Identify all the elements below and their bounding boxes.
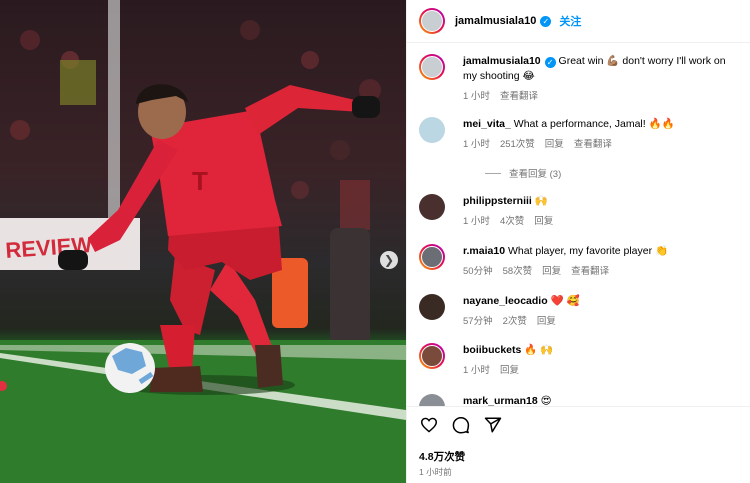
comment-likes[interactable]: 4次赞 <box>500 214 524 229</box>
post-panel: jamalmusiala10 ✓ 关注 jamalmusiala10 ✓ Grea… <box>406 0 750 483</box>
caption-username[interactable]: jamalmusiala10 <box>463 55 541 67</box>
comment-time: 1 小时 <box>463 139 490 150</box>
view-replies-label: 查看回复 (3) <box>509 169 562 180</box>
comment-time: 1 小时 <box>463 365 490 376</box>
reply-button[interactable]: 回复 <box>537 314 556 329</box>
view-replies-button[interactable]: 查看回复 (3) <box>485 166 561 180</box>
comment-item: boiibuckets 🔥 🙌 1 小时 回复 <box>419 343 739 378</box>
comment-avatar[interactable] <box>419 294 445 320</box>
comment-text: 🙌 <box>531 195 548 207</box>
comment-username[interactable]: boiibuckets <box>463 344 521 356</box>
follow-button[interactable]: 关注 <box>559 13 581 29</box>
comment-avatar[interactable] <box>419 194 445 220</box>
caption: jamalmusiala10 ✓ Great win 💪🏽 don't worry… <box>419 54 739 104</box>
comment-text: What a performance, Jamal! 🔥🔥 <box>510 118 675 130</box>
comment-username[interactable]: nayane_leocadio <box>463 295 548 307</box>
comment-avatar[interactable] <box>419 343 445 369</box>
reply-button[interactable]: 回复 <box>542 264 561 279</box>
comment-item: mei_vita_ What a performance, Jamal! 🔥🔥 … <box>419 117 739 152</box>
comment-time: 1 小时 <box>463 216 490 227</box>
football-player-image: REVIEW T <box>0 0 406 483</box>
reply-button[interactable]: 回复 <box>545 137 564 152</box>
post-actions: 4.8万次赞 1 小时前 <box>407 406 750 483</box>
translate-link[interactable]: 查看翻译 <box>574 137 612 152</box>
comment-item: nayane_leocadio ❤️ 🥰 57分钟 2次赞 回复 <box>419 294 739 329</box>
comment-item: r.maia10 What player, my favorite player… <box>419 244 739 279</box>
share-icon[interactable] <box>483 415 503 435</box>
comment-avatar[interactable] <box>419 394 445 406</box>
svg-text:T: T <box>192 166 208 196</box>
comment-text: 🔥 🙌 <box>521 344 554 356</box>
comment-likes[interactable]: 58次赞 <box>503 264 533 279</box>
comment-text: What player, my favorite player 👏 <box>505 245 669 257</box>
post-header: jamalmusiala10 ✓ 关注 <box>407 0 750 43</box>
comment-time: 50分钟 <box>463 266 493 277</box>
comment-item: philippsterniii 🙌 1 小时 4次赞 回复 <box>419 194 739 229</box>
author-avatar[interactable] <box>419 8 445 34</box>
comment-username[interactable]: philippsterniii <box>463 195 532 207</box>
comment-text: ❤️ 🥰 <box>547 295 580 307</box>
caption-time: 1 小时 <box>463 91 490 102</box>
comment-avatar[interactable] <box>419 117 445 143</box>
comment-time: 57分钟 <box>463 316 493 327</box>
comment-likes[interactable]: 251次赞 <box>500 137 535 152</box>
caption-avatar[interactable] <box>419 54 445 80</box>
translate-link[interactable]: 查看翻译 <box>500 89 538 104</box>
comment-username[interactable]: mei_vita_ <box>463 118 511 130</box>
replies-divider <box>485 172 501 174</box>
reply-button[interactable]: 回复 <box>534 214 553 229</box>
heart-icon[interactable] <box>419 415 439 435</box>
like-count[interactable]: 4.8万次赞 <box>419 449 465 464</box>
post-photo[interactable]: REVIEW T ❯ <box>0 0 406 483</box>
author-username[interactable]: jamalmusiala10 <box>455 15 536 27</box>
chevron-right-icon: ❯ <box>383 253 395 267</box>
comment-avatar[interactable] <box>419 244 445 270</box>
comment-item: mark_urman18 😍 <box>419 394 739 406</box>
comment-username[interactable]: mark_urman18 <box>463 395 538 406</box>
comment-username[interactable]: r.maia10 <box>463 245 505 257</box>
comment-likes[interactable]: 2次赞 <box>503 314 527 329</box>
reply-button[interactable]: 回复 <box>500 363 519 378</box>
verified-badge-icon: ✓ <box>540 15 552 27</box>
comment-text: 😍 <box>537 395 552 406</box>
comment-icon[interactable] <box>451 415 471 435</box>
comments-list[interactable]: jamalmusiala10 ✓ Great win 💪🏽 don't worry… <box>407 44 750 406</box>
post-time: 1 小时前 <box>419 467 452 477</box>
translate-link[interactable]: 查看翻译 <box>571 264 609 279</box>
carousel-next-button[interactable]: ❯ <box>380 251 398 269</box>
verified-badge-icon: ✓ <box>544 57 556 68</box>
